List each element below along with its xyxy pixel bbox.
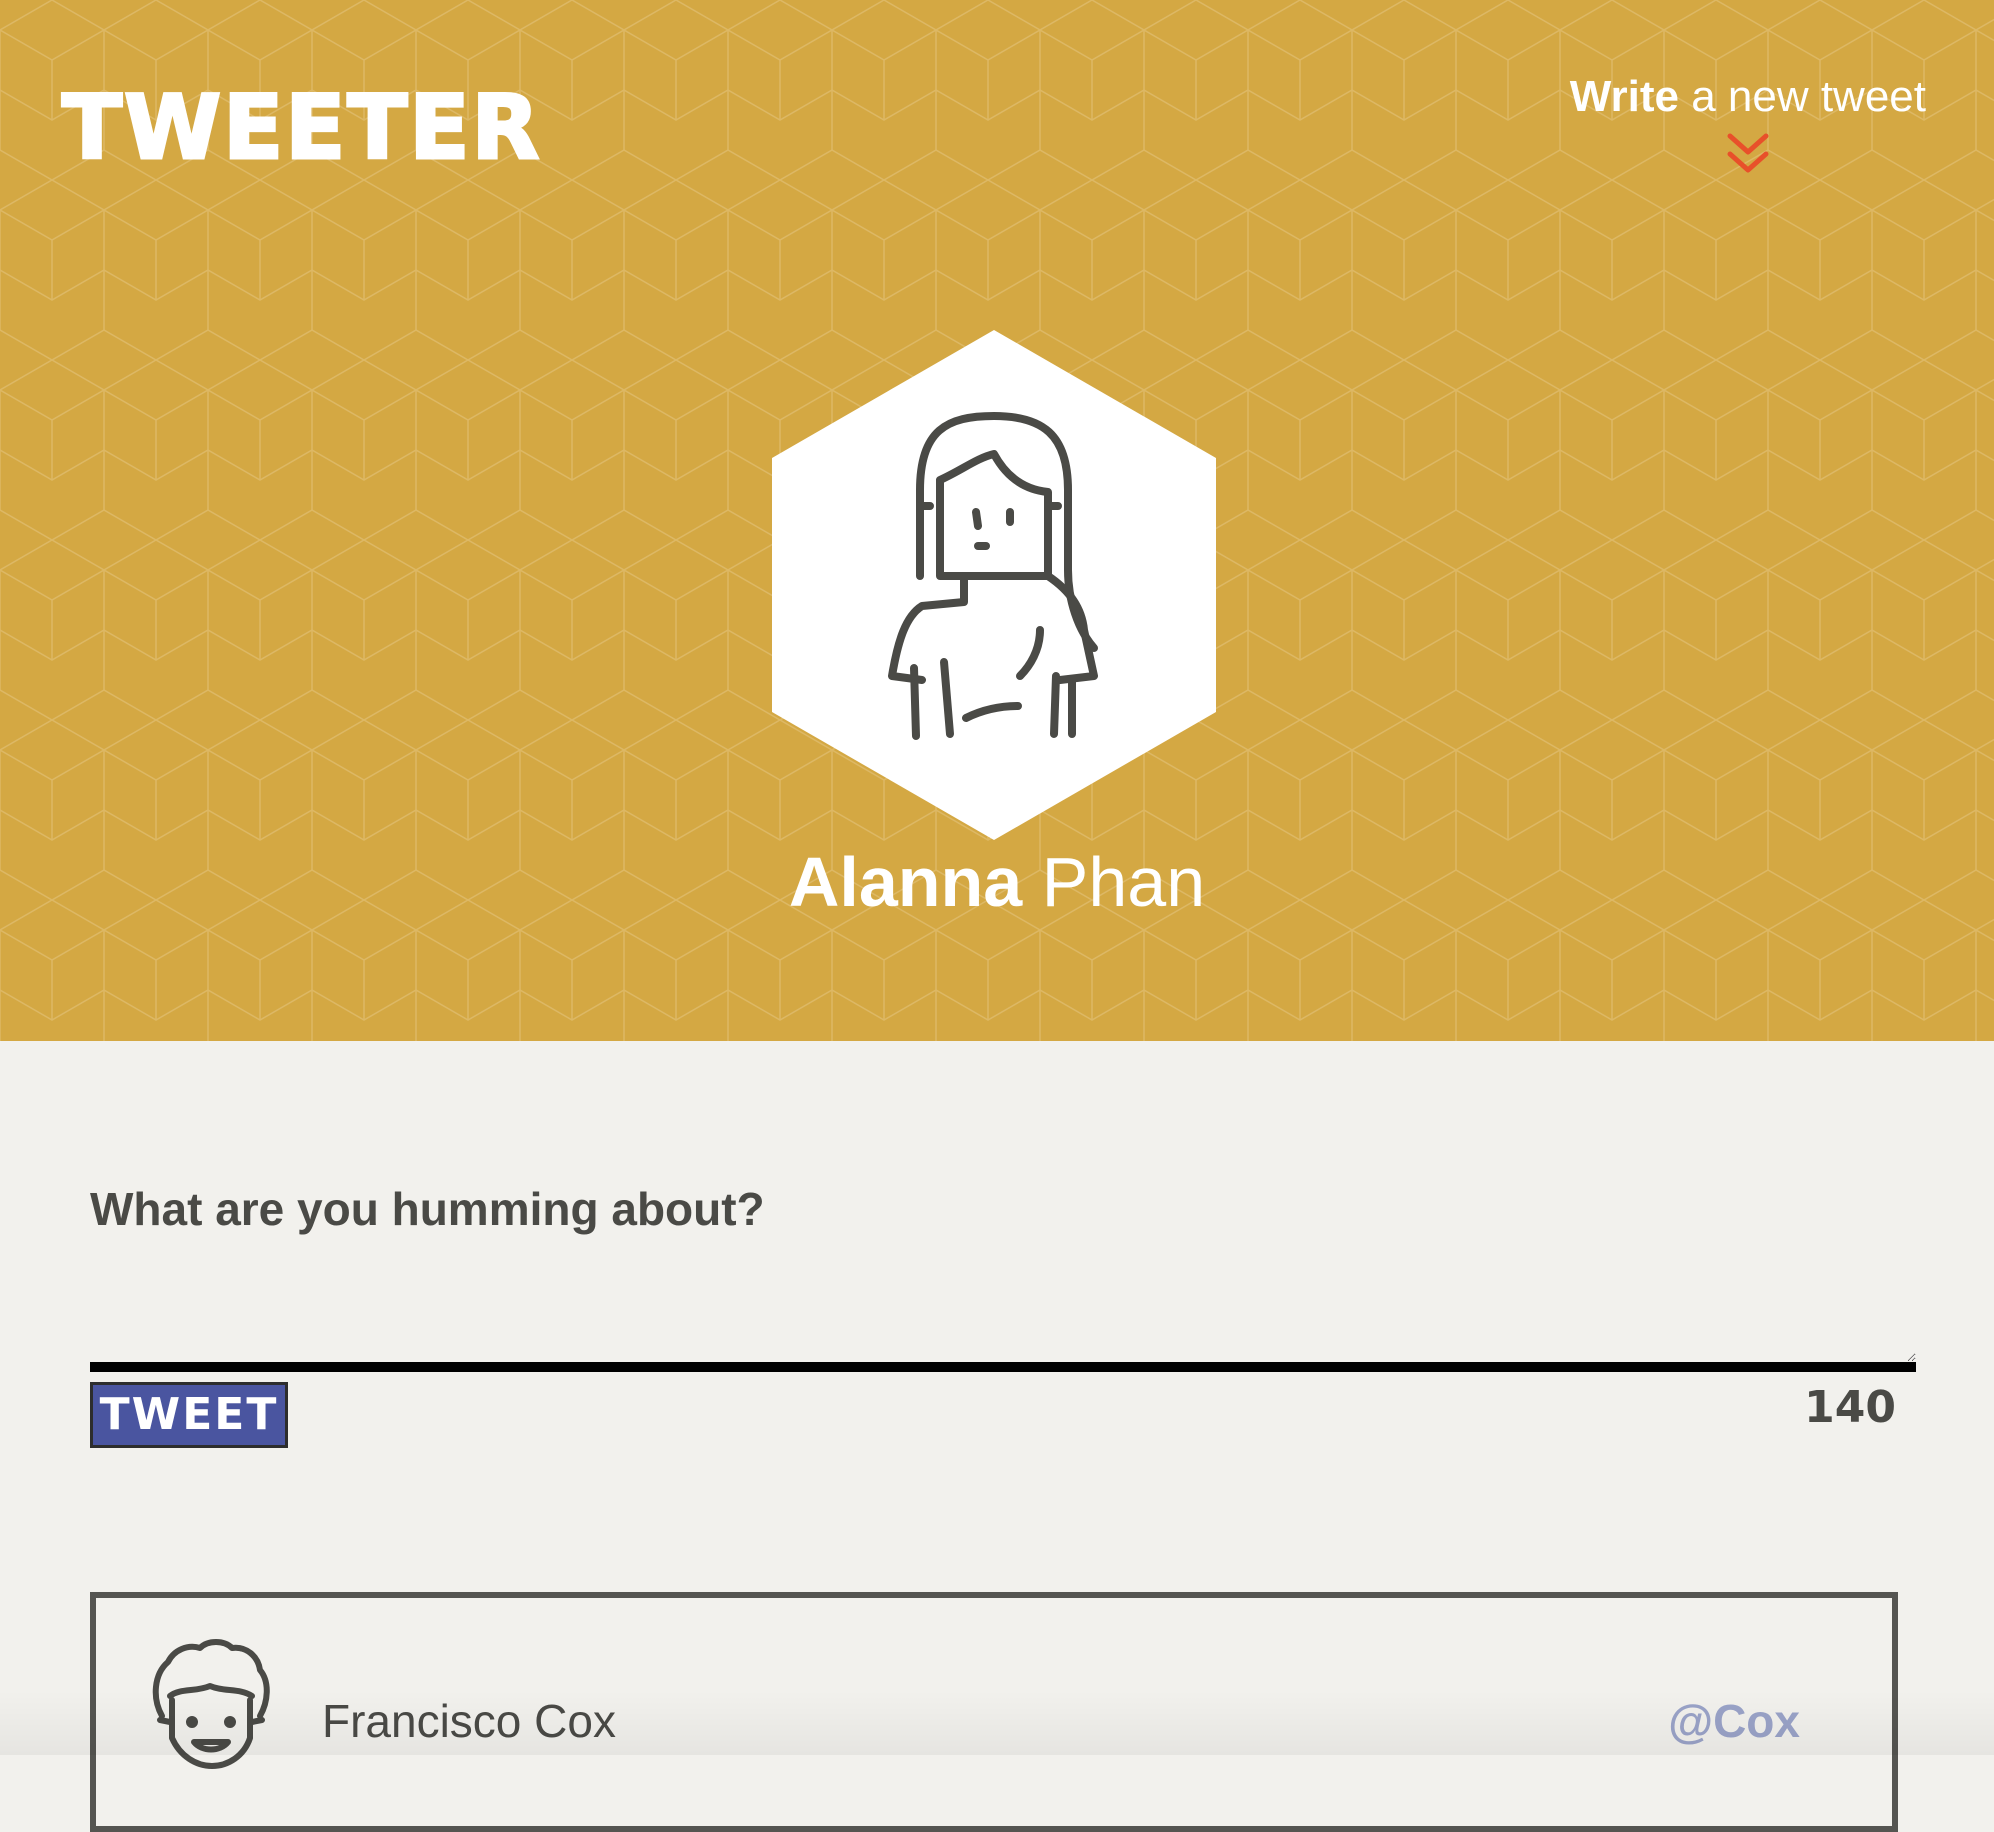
- tweet-author-name: Francisco Cox: [322, 1695, 616, 1747]
- profile-username: Alanna Phan: [0, 842, 1994, 922]
- avatar-hexagon: [772, 330, 1216, 840]
- profile-first-name: Alanna: [788, 843, 1023, 921]
- curly-hair-man-avatar-icon: [152, 1639, 270, 1769]
- character-counter: 140: [1804, 1382, 1896, 1433]
- profile-last-name: Phan: [1041, 843, 1206, 921]
- composer-prompt: What are you humming about?: [90, 1183, 765, 1235]
- tweet-submit-button[interactable]: TWEET: [90, 1382, 288, 1448]
- tweet-textarea[interactable]: [90, 1262, 1916, 1372]
- tweet-author-handle[interactable]: @Cox: [1668, 1694, 1800, 1748]
- double-chevron-down-icon[interactable]: [1726, 132, 1770, 178]
- compose-link-rest: a new tweet: [1678, 72, 1926, 121]
- profile-avatar: [772, 330, 1216, 840]
- write-new-tweet-link[interactable]: Write a new tweet: [1506, 72, 1926, 122]
- tweet-card: Francisco Cox @Cox: [90, 1592, 1898, 1832]
- profile-banner: TWEETER Write a new tweet Alanna Phan: [0, 0, 1994, 1041]
- app-logo[interactable]: TWEETER: [60, 75, 541, 181]
- compose-link-strong: Write: [1569, 72, 1679, 121]
